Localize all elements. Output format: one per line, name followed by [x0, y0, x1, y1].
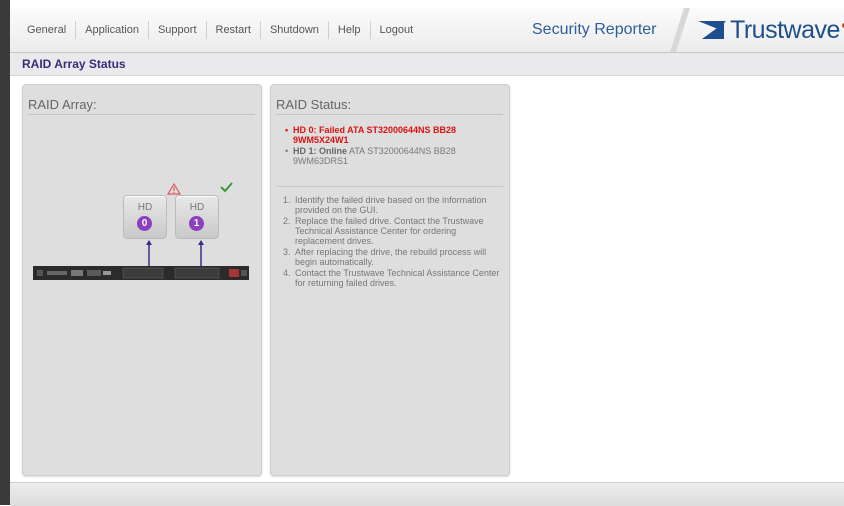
- drive-status-list: • HD 0: Failed ATA ST32000644NS BB28 9WM…: [285, 125, 505, 167]
- page-title: RAID Array Status: [22, 57, 126, 71]
- step-number: 1.: [283, 195, 291, 205]
- nav-support[interactable]: Support: [149, 8, 206, 52]
- step-number: 4.: [283, 268, 291, 278]
- raid-status-panel: RAID Status: • HD 0: Failed ATA ST320006…: [270, 84, 510, 476]
- main-nav: General Application Support Restart Shut…: [18, 8, 422, 52]
- step-text: After replacing the drive, the rebuild p…: [295, 247, 487, 267]
- top-navigation-bar: General Application Support Restart Shut…: [10, 8, 844, 53]
- logo-mark-icon: [698, 21, 726, 39]
- instruction-steps: 1. Identify the failed drive based on th…: [281, 195, 505, 289]
- nav-application[interactable]: Application: [76, 8, 148, 52]
- list-bullet: •: [285, 125, 289, 135]
- header-divider: [670, 8, 690, 52]
- step-text: Replace the failed drive. Contact the Tr…: [295, 216, 484, 246]
- instruction-step: 3. After replacing the drive, the rebuil…: [281, 247, 505, 267]
- drive-status-hd0: • HD 0: Failed ATA ST32000644NS BB28 9WM…: [285, 125, 505, 145]
- hd0-status-text: HD 0: Failed ATA ST32000644NS BB28 9WM5X…: [293, 125, 457, 145]
- hd1-status-label: HD 1: Online: [293, 146, 348, 156]
- nav-help[interactable]: Help: [329, 8, 370, 52]
- raid-status-heading: RAID Status:: [276, 97, 503, 115]
- step-text: Contact the Trustwave Technical Assistan…: [295, 268, 500, 288]
- nav-shutdown[interactable]: Shutdown: [261, 8, 328, 52]
- nav-restart[interactable]: Restart: [207, 8, 260, 52]
- drive-status-hd1: • HD 1: Online ATA ST32000644NS BB28 9WM…: [285, 146, 505, 166]
- raid-array-panel: RAID Array: HD 0 HD 1: [22, 84, 262, 476]
- step-number: 3.: [283, 247, 291, 257]
- page-title-bar: RAID Array Status: [10, 53, 844, 76]
- list-bullet: •: [285, 146, 289, 156]
- instruction-step: 2. Replace the failed drive. Contact the…: [281, 216, 505, 246]
- instruction-step: 1. Identify the failed drive based on th…: [281, 195, 505, 215]
- window-edge: [0, 0, 10, 505]
- bottom-bar: [10, 482, 844, 506]
- server-chassis-image: [33, 266, 249, 280]
- nav-general[interactable]: General: [18, 8, 75, 52]
- step-text: Identify the failed drive based on the i…: [295, 195, 487, 215]
- main-content: RAID Array: HD 0 HD 1 RAID Status: • HD …: [10, 76, 844, 482]
- app-window: General Application Support Restart Shut…: [0, 0, 844, 506]
- drive-connectors: [146, 240, 204, 275]
- nav-logout[interactable]: Logout: [371, 8, 423, 52]
- instruction-step: 4. Contact the Trustwave Technical Assis…: [281, 268, 505, 288]
- product-title: Security Reporter: [532, 21, 657, 38]
- step-number: 2.: [283, 216, 291, 226]
- trustwave-logo: Trustwave: [698, 14, 844, 46]
- logo-text: Trustwave: [730, 15, 840, 44]
- section-divider: [277, 186, 503, 187]
